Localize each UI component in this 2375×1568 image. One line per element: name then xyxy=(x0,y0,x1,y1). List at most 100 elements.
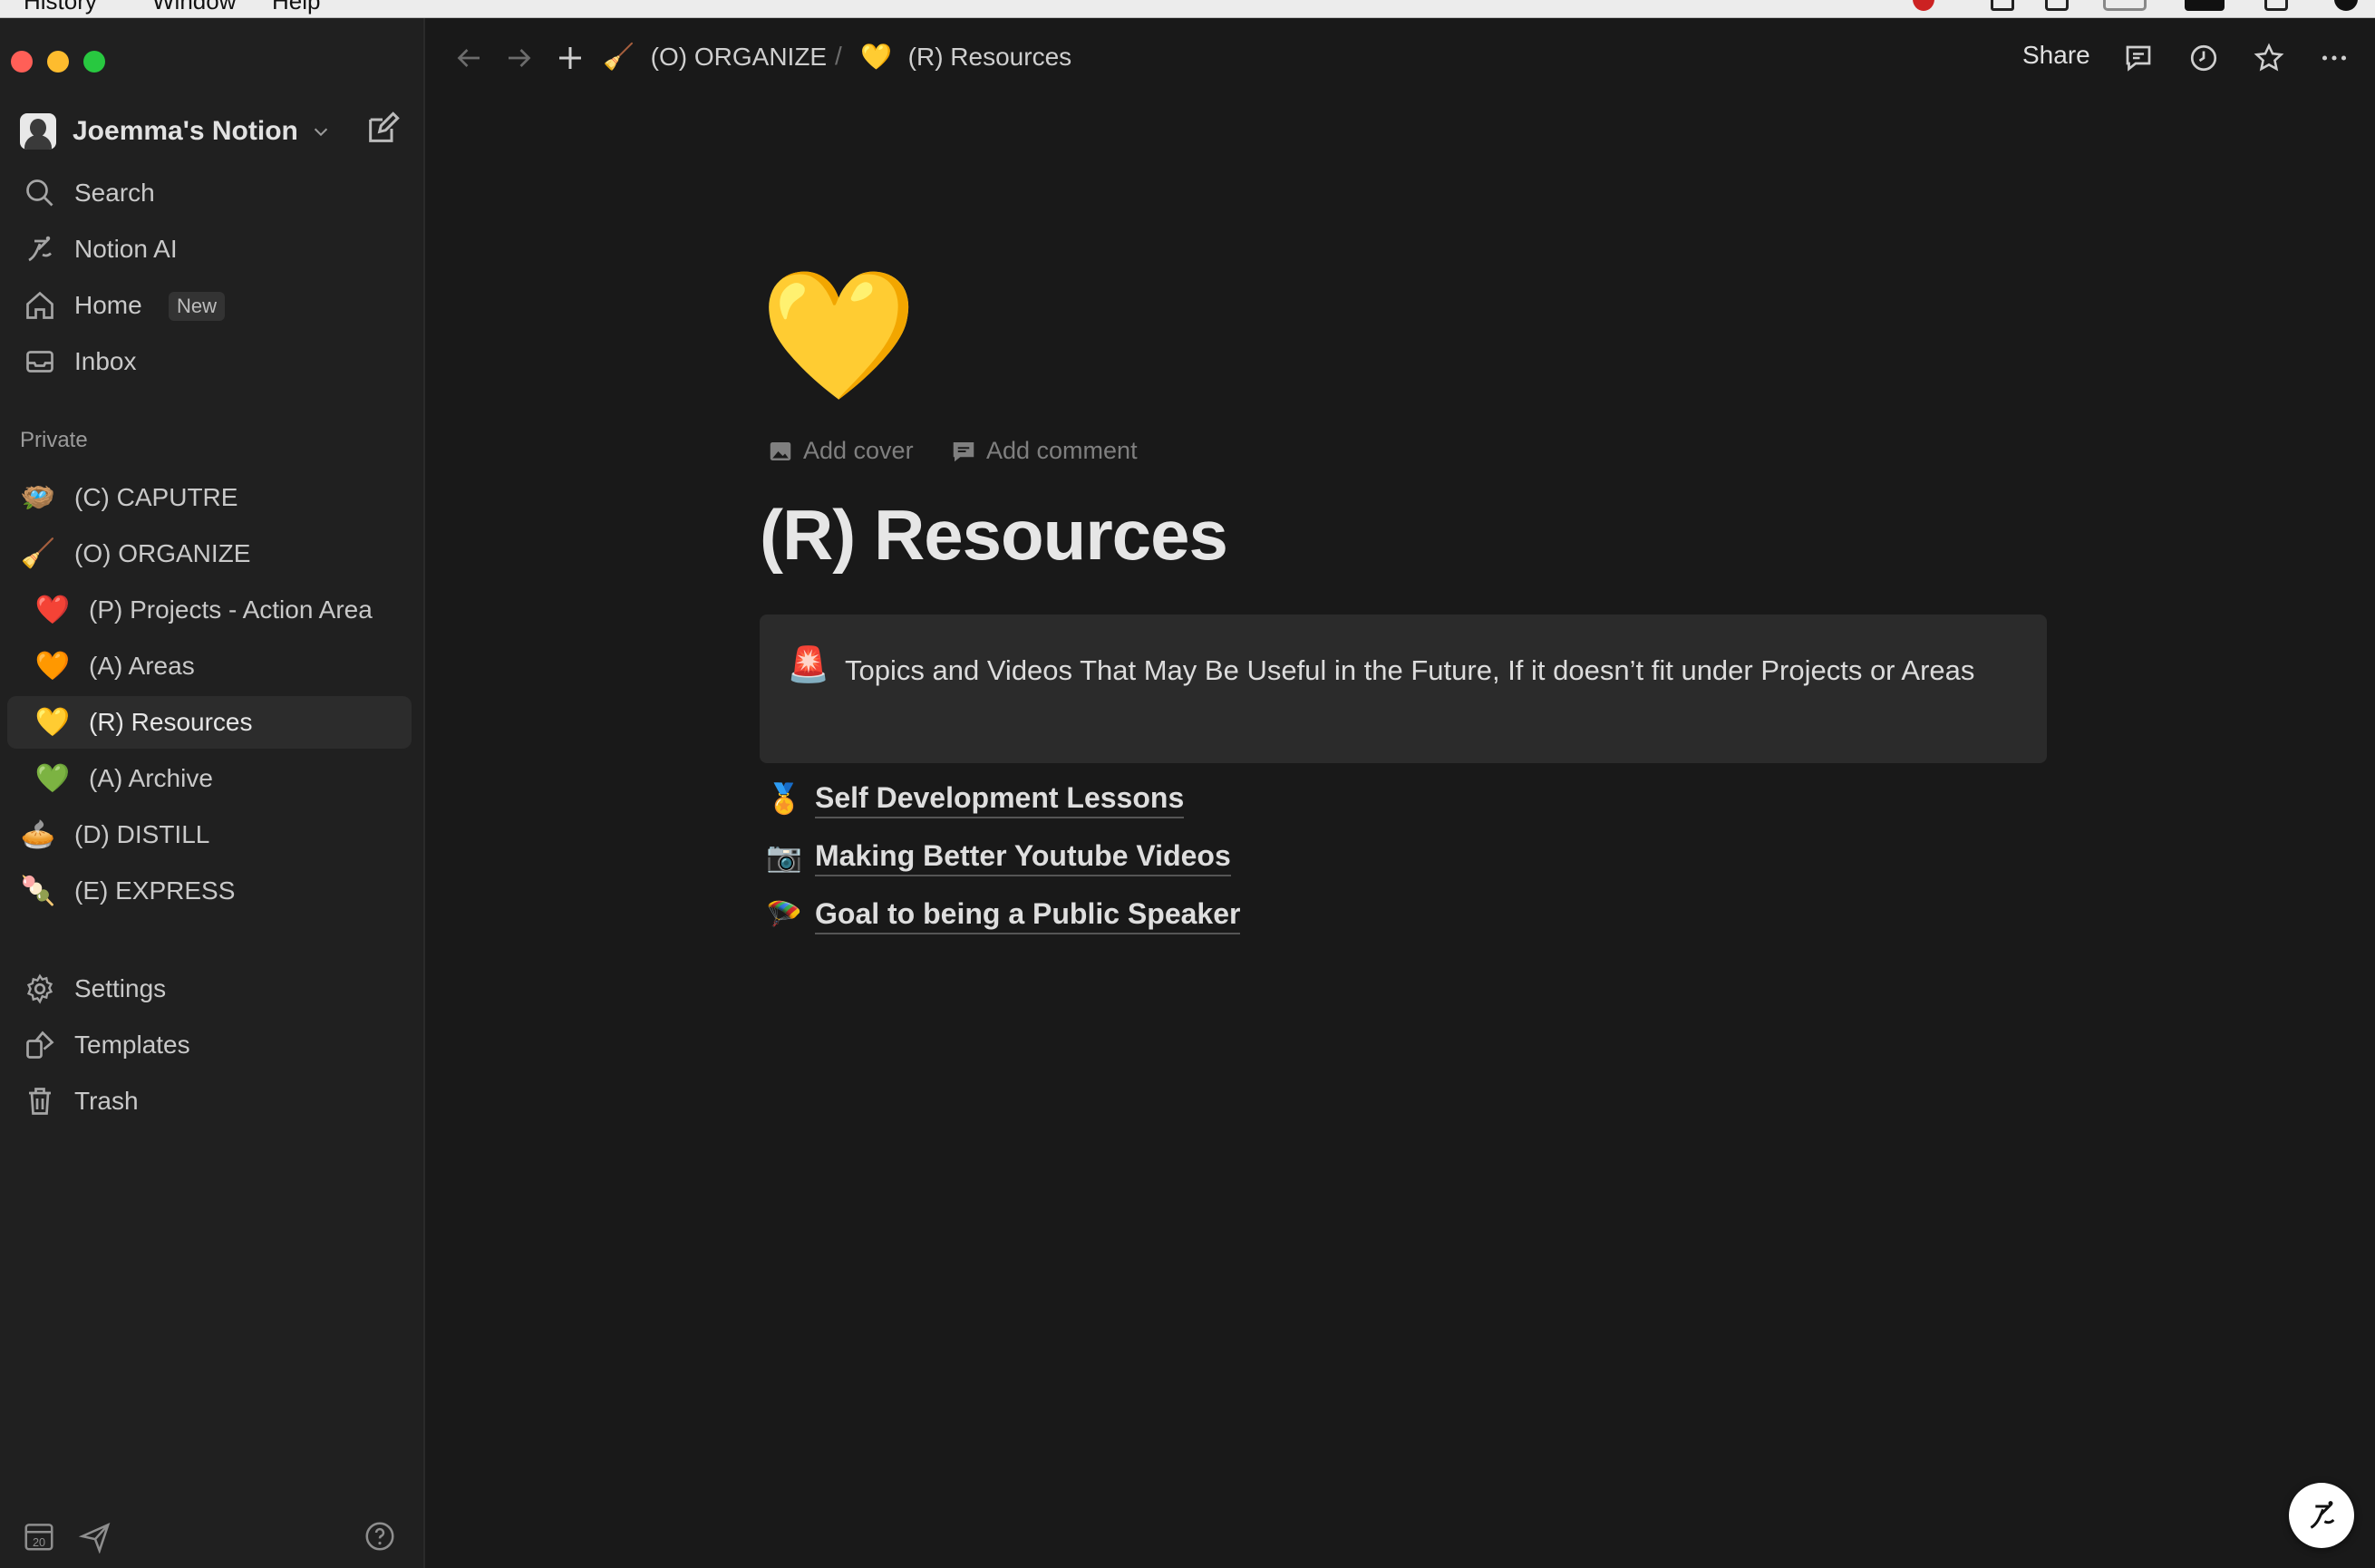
page-link-label[interactable]: Making Better Youtube Videos xyxy=(815,837,1231,876)
add-cover-button[interactable]: Add cover xyxy=(767,437,914,465)
sidebar-item-label: Settings xyxy=(74,974,167,1002)
sidebar-page-archive[interactable]: 💚 (A) Archive xyxy=(7,752,412,805)
templates-icon xyxy=(24,1029,56,1061)
sidebar-item-label: (C) CAPUTRE xyxy=(74,483,238,511)
sidebar-page-organize[interactable]: 🧹 (O) ORGANIZE xyxy=(7,528,412,580)
sidebar-item-notion-ai[interactable]: Notion AI xyxy=(7,223,412,276)
calendar-icon[interactable]: 20 xyxy=(22,1519,56,1553)
status-control-center-icon[interactable] xyxy=(2264,0,2288,11)
sidebar-page-projects[interactable]: ❤️ (P) Projects - Action Area xyxy=(7,584,412,636)
page-link-youtube-videos[interactable]: 📷 Making Better Youtube Videos xyxy=(766,834,1231,879)
status-app-icon[interactable] xyxy=(2185,0,2225,11)
menu-help[interactable]: Help xyxy=(272,0,320,15)
share-button[interactable]: Share xyxy=(2022,41,2090,70)
sidebar-item-label: Trash xyxy=(74,1087,139,1115)
help-icon[interactable] xyxy=(363,1519,397,1553)
status-cursor-icon[interactable] xyxy=(1991,0,2014,11)
sidebar-item-inbox[interactable]: Inbox xyxy=(7,335,412,388)
sidebar-item-trash[interactable]: Trash xyxy=(7,1075,412,1128)
status-battery-icon[interactable] xyxy=(2103,0,2147,11)
orange-heart-icon: 🧡 xyxy=(34,650,71,682)
new-tab-plus-icon[interactable] xyxy=(552,40,588,76)
sidebar-page-express[interactable]: 🍡 (E) EXPRESS xyxy=(7,865,412,917)
status-siri-icon[interactable] xyxy=(2334,0,2358,11)
yellow-heart-icon: 💛 xyxy=(34,706,71,738)
back-arrow-icon[interactable] xyxy=(451,40,487,76)
new-badge: New xyxy=(169,292,226,321)
callout-text[interactable]: Topics and Videos That May Be Useful in … xyxy=(845,649,1987,692)
section-label-private: Private xyxy=(20,428,88,452)
menu-bar: History Window Help xyxy=(0,0,2375,18)
sidebar-item-settings[interactable]: Settings xyxy=(7,963,412,1015)
sidebar-item-label: Home xyxy=(74,291,142,319)
breadcrumb-resources[interactable]: 💛 (R) Resources xyxy=(860,42,1071,72)
menu-window[interactable]: Window xyxy=(152,0,236,15)
dango-icon: 🍡 xyxy=(20,875,56,906)
chevron-down-icon xyxy=(314,128,327,137)
inbox-icon xyxy=(24,345,56,378)
sidebar-item-label: (O) ORGANIZE xyxy=(74,539,251,567)
page-title[interactable]: (R) Resources xyxy=(760,494,1228,576)
parachute-icon: 🪂 xyxy=(766,898,802,931)
callout-block[interactable]: 🚨 Topics and Videos That May Be Useful i… xyxy=(760,615,2047,763)
page-link-self-development[interactable]: 🏅 Self Development Lessons xyxy=(766,776,1185,821)
notion-ai-icon xyxy=(24,233,56,266)
send-icon[interactable] xyxy=(78,1519,112,1553)
favorite-star-icon[interactable] xyxy=(2251,40,2287,76)
window-zoom-button[interactable] xyxy=(83,51,105,73)
notion-ai-icon xyxy=(2310,1501,2335,1529)
add-cover-label: Add cover xyxy=(803,437,914,464)
history-clock-icon[interactable] xyxy=(2186,40,2222,76)
home-icon xyxy=(24,289,56,322)
topbar: 🧹 (O) ORGANIZE / 💛 (R) Resources Share xyxy=(425,18,2375,98)
breadcrumb-organize[interactable]: 🧹 (O) ORGANIZE xyxy=(603,42,827,72)
nest-icon: 🪺 xyxy=(20,481,56,513)
gear-icon xyxy=(24,973,56,1005)
camera-icon: 📷 xyxy=(766,840,802,873)
comment-icon xyxy=(953,441,974,461)
sidebar: Joemma's Notion Search Notion AI Home Ne… xyxy=(0,18,425,1568)
more-options-icon[interactable] xyxy=(2316,40,2352,76)
sidebar-page-areas[interactable]: 🧡 (A) Areas xyxy=(7,640,412,692)
workspace-name: Joemma's Notion xyxy=(73,116,298,146)
sidebar-item-label: Inbox xyxy=(74,347,137,375)
page-link-public-speaker[interactable]: 🪂 Goal to being a Public Speaker xyxy=(766,892,1241,937)
yellow-heart-icon: 💛 xyxy=(860,43,892,71)
menu-history[interactable]: History xyxy=(24,0,97,15)
page-icon[interactable]: 💛 xyxy=(760,263,917,408)
sidebar-page-resources[interactable]: 💛 (R) Resources xyxy=(7,696,412,749)
trash-icon xyxy=(24,1085,56,1118)
sidebar-item-templates[interactable]: Templates xyxy=(7,1019,412,1071)
comments-icon[interactable] xyxy=(2120,40,2157,76)
sidebar-item-label: Templates xyxy=(74,1031,190,1059)
page-link-label[interactable]: Goal to being a Public Speaker xyxy=(815,895,1241,934)
status-lock-icon[interactable] xyxy=(2045,0,2069,11)
medal-icon: 🏅 xyxy=(766,782,802,815)
sidebar-page-distill[interactable]: 🥧 (D) DISTILL xyxy=(7,808,412,861)
add-comment-label: Add comment xyxy=(986,437,1138,464)
workspace-switcher[interactable]: Joemma's Notion xyxy=(20,109,331,154)
sidebar-item-label: (D) DISTILL xyxy=(74,820,210,848)
avatar xyxy=(20,113,56,150)
red-heart-icon: ❤️ xyxy=(34,594,71,625)
sidebar-item-search[interactable]: Search xyxy=(7,167,412,219)
notion-ai-chat-button[interactable] xyxy=(2289,1483,2354,1548)
status-recording-icon[interactable] xyxy=(1913,0,1934,11)
siren-icon[interactable]: 🚨 xyxy=(787,645,829,685)
broom-icon: 🧹 xyxy=(20,537,56,569)
green-heart-icon: 💚 xyxy=(34,762,71,794)
breadcrumb-separator: / xyxy=(835,42,842,70)
add-comment-button[interactable]: Add comment xyxy=(950,437,1138,465)
page-link-label[interactable]: Self Development Lessons xyxy=(815,779,1185,818)
window-close-button[interactable] xyxy=(11,51,33,73)
sidebar-item-label: (A) Archive xyxy=(89,764,213,792)
image-icon xyxy=(770,441,791,460)
calendar-day: 20 xyxy=(33,1536,45,1549)
forward-arrow-icon[interactable] xyxy=(501,40,538,76)
sidebar-item-home[interactable]: Home New xyxy=(7,279,412,332)
breadcrumb-label: (R) Resources xyxy=(907,43,1072,71)
search-icon xyxy=(24,177,56,209)
window-minimize-button[interactable] xyxy=(47,51,69,73)
new-page-icon[interactable] xyxy=(364,111,401,147)
sidebar-page-capture[interactable]: 🪺 (C) CAPUTRE xyxy=(7,471,412,524)
